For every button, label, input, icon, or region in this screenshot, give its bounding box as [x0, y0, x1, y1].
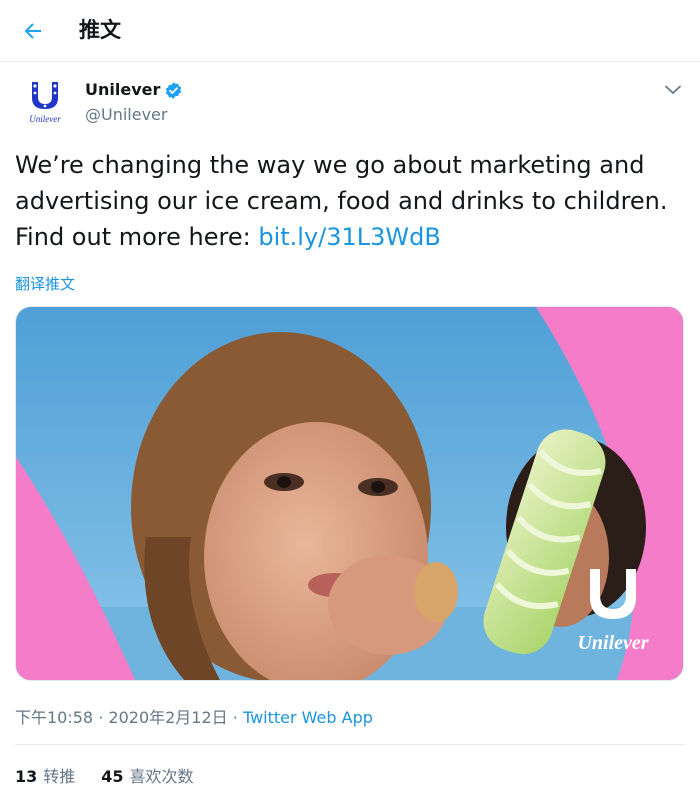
tweet-link[interactable]: bit.ly/31L3WdB — [258, 223, 441, 251]
verified-badge-icon — [166, 81, 182, 99]
page-title: 推文 — [79, 18, 121, 42]
tweet-date[interactable]: 2020年2月12日 — [108, 708, 227, 727]
tweet-stats: 13 转推 45 喜欢次数 — [15, 766, 194, 788]
translate-tweet-link[interactable]: 翻译推文 — [15, 274, 75, 294]
likes-label: 喜欢次数 — [129, 767, 194, 786]
tweet-media-image[interactable]: Unilever — [15, 306, 684, 681]
back-button[interactable] — [14, 12, 52, 50]
retweets-count: 13 — [15, 767, 38, 786]
author-name: Unilever — [85, 80, 161, 99]
divider — [15, 744, 685, 745]
tweet-time[interactable]: 下午10:58 — [15, 708, 93, 727]
avatar[interactable]: Unilever — [19, 76, 71, 128]
watermark-text: Unilever — [577, 632, 648, 654]
arrow-left-icon — [24, 23, 41, 39]
tweet-text: We’re changing the way we go about marke… — [15, 147, 685, 255]
retweets-stat[interactable]: 13 转推 — [15, 766, 75, 788]
chevron-down-icon[interactable] — [661, 78, 685, 102]
retweets-label: 转推 — [43, 767, 76, 786]
likes-stat[interactable]: 45 喜欢次数 — [101, 766, 193, 788]
avatar-wordmark: Unilever — [29, 114, 61, 124]
author-handle: @Unilever — [85, 105, 168, 124]
tweet-header: 推文 — [0, 0, 700, 62]
likes-count: 45 — [101, 767, 124, 786]
source-app-link[interactable]: Twitter Web App — [243, 708, 373, 727]
meta-separator: · — [232, 708, 238, 727]
meta-separator: · — [98, 708, 104, 727]
tweet-author: Unilever Unilever @Unilever — [15, 74, 685, 134]
author-name-link[interactable]: Unilever — [85, 79, 183, 101]
tweet-meta: 下午10:58 · 2020年2月12日 · Twitter Web App — [15, 707, 373, 729]
